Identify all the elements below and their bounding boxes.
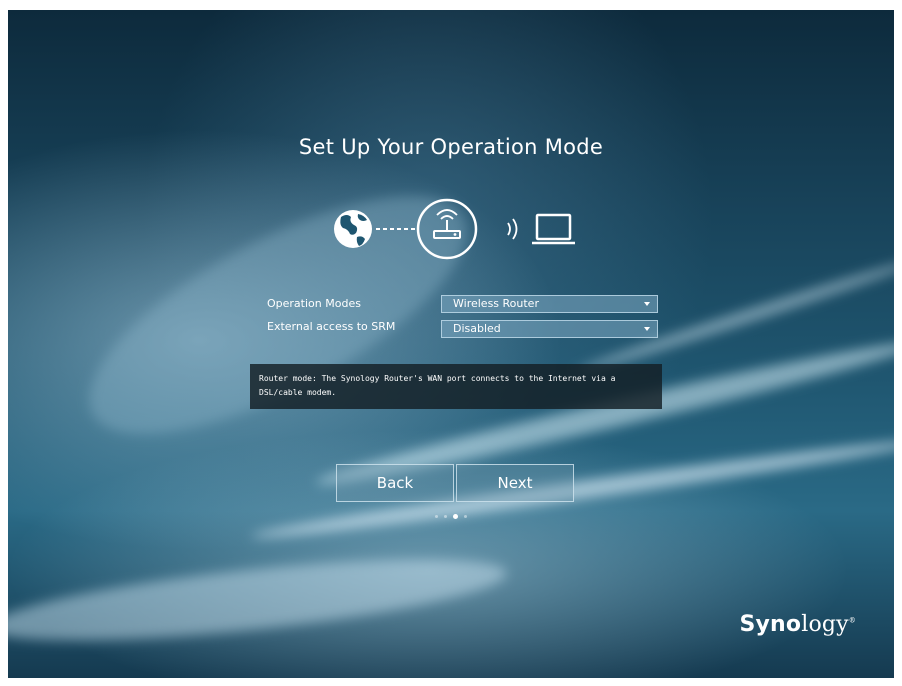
next-button[interactable]: Next <box>456 464 574 502</box>
operation-modes-label: Operation Modes <box>267 297 361 310</box>
globe-icon <box>334 210 372 248</box>
laptop-icon <box>532 213 575 245</box>
operation-mode-diagram <box>334 198 575 260</box>
page-dot <box>444 515 447 518</box>
registered-mark: ® <box>848 616 856 625</box>
back-button[interactable]: Back <box>336 464 454 502</box>
operation-modes-value: Wireless Router <box>453 297 539 310</box>
operation-modes-select[interactable]: Wireless Router <box>441 295 658 313</box>
external-access-select[interactable]: Disabled <box>441 320 658 338</box>
logo-bold-part: Syno <box>739 612 802 637</box>
chevron-down-icon <box>644 327 650 331</box>
page-dot-active <box>453 514 458 519</box>
setup-wizard-screen: Set Up Your Operation Mode Operation Mod… <box>8 10 894 678</box>
chevron-down-icon <box>644 302 650 306</box>
external-access-value: Disabled <box>453 322 501 335</box>
mode-description-line: Router mode: The Synology Router's WAN p… <box>259 374 616 383</box>
synology-logo: Synology® <box>739 612 856 637</box>
mode-description-line: DSL/cable modem. <box>259 388 337 397</box>
page-dot <box>464 515 467 518</box>
page-indicator <box>435 514 467 521</box>
logo-rest-part: logy <box>801 612 849 637</box>
external-access-label: External access to SRM <box>267 320 396 333</box>
router-icon <box>416 198 478 260</box>
mode-description-box: Router mode: The Synology Router's WAN p… <box>250 364 662 409</box>
wireless-signal-icon <box>507 218 518 240</box>
page-dot <box>435 515 438 518</box>
